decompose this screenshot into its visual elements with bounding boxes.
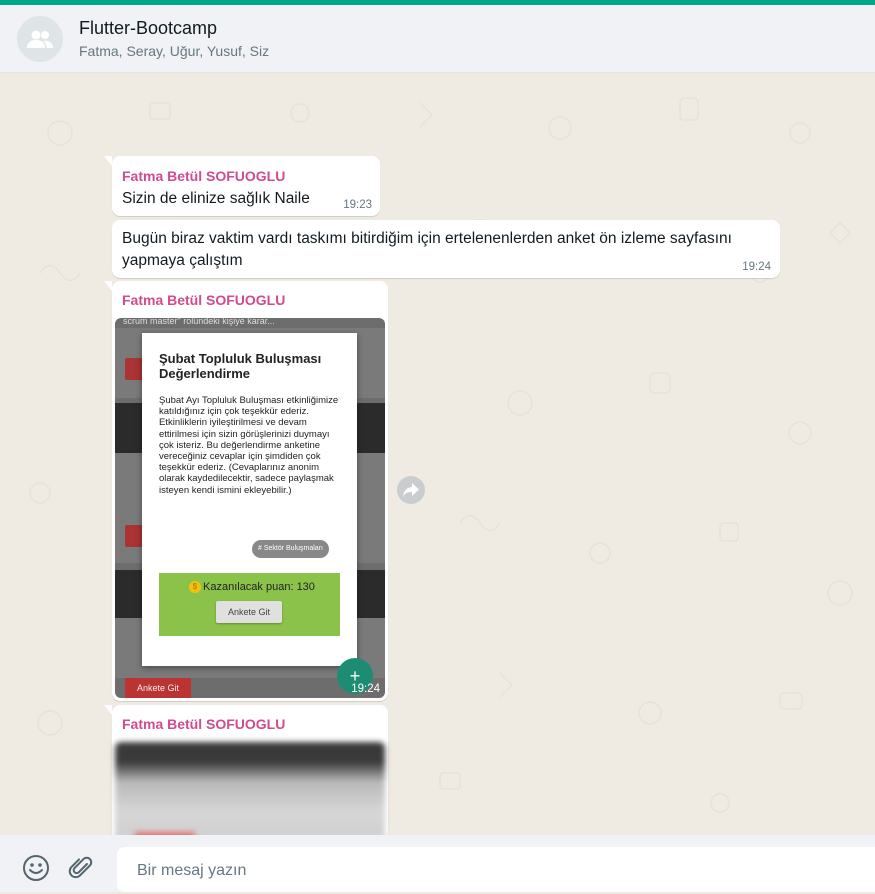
image-message-bubble[interactable]: Fatma Betül SOFUOGLU <box>104 705 388 835</box>
bubble-tail <box>104 156 112 166</box>
tag-chip: # Sektör Buluşmaları <box>252 540 329 558</box>
message-text: Sizin de elinize sağlık Naile <box>122 190 310 207</box>
message-bubble[interactable]: Bugün biraz vaktim vardı taskımı bitirdi… <box>112 220 780 278</box>
message-input[interactable] <box>135 847 839 894</box>
message-composer[interactable] <box>117 847 875 894</box>
sender-name[interactable]: Fatma Betül SOFUOGLU <box>122 716 285 732</box>
message-footer <box>0 835 875 894</box>
paperclip-icon[interactable] <box>66 853 96 883</box>
chat-header[interactable]: Flutter-Bootcamp Fatma, Seray, Uğur, Yus… <box>0 5 875 73</box>
survey-dialog: Şubat Topluluk Buluşması Değerlendirme Ş… <box>142 333 357 666</box>
message-time: 19:24 <box>351 683 380 695</box>
sender-name[interactable]: Fatma Betül SOFUOGLU <box>122 292 285 308</box>
coin-icon: $ <box>189 581 201 593</box>
message-time: 19:24 <box>742 261 771 273</box>
message-time: 19:23 <box>343 199 372 211</box>
dialog-title: Şubat Topluluk Buluşması Değerlendirme <box>159 351 322 381</box>
blurred-image[interactable] <box>115 742 385 835</box>
emoji-icon[interactable] <box>21 853 51 883</box>
group-icon <box>27 30 53 48</box>
screenshot-image[interactable]: scrum master" rolündeki kişiye karar... … <box>115 318 385 698</box>
message-bubble[interactable]: Fatma Betül SOFUOGLU Sizin de elinize sa… <box>104 156 380 216</box>
chat-members: Fatma, Seray, Uğur, Yusuf, Siz <box>79 43 270 59</box>
dialog-body: Şubat Ayı Topluluk Buluşması etkinliğimi… <box>159 395 339 496</box>
points-box: $ Kazanılacak puan: 130 Ankete Git <box>159 573 340 636</box>
message-text: Bugün biraz vaktim vardı taskımı bitirdi… <box>122 230 732 269</box>
group-avatar[interactable] <box>17 16 63 62</box>
bubble-tail <box>104 705 112 715</box>
chat-area[interactable]: Fatma Betül SOFUOGLU Sizin de elinize sa… <box>0 73 875 835</box>
points-label: Kazanılacak puan: 130 <box>203 581 315 593</box>
forward-icon[interactable] <box>397 476 425 504</box>
image-message-bubble[interactable]: Fatma Betül SOFUOGLU scrum master" rolün… <box>104 281 388 701</box>
chat-title[interactable]: Flutter-Bootcamp <box>79 18 217 39</box>
bubble-tail <box>104 281 112 291</box>
sender-name[interactable]: Fatma Betül SOFUOGLU <box>122 168 285 184</box>
go-to-survey-button: Ankete Git <box>216 601 282 623</box>
background-survey-button: Ankete Git <box>125 678 191 698</box>
background-text: scrum master" rolündeki kişiye karar... <box>123 318 275 326</box>
